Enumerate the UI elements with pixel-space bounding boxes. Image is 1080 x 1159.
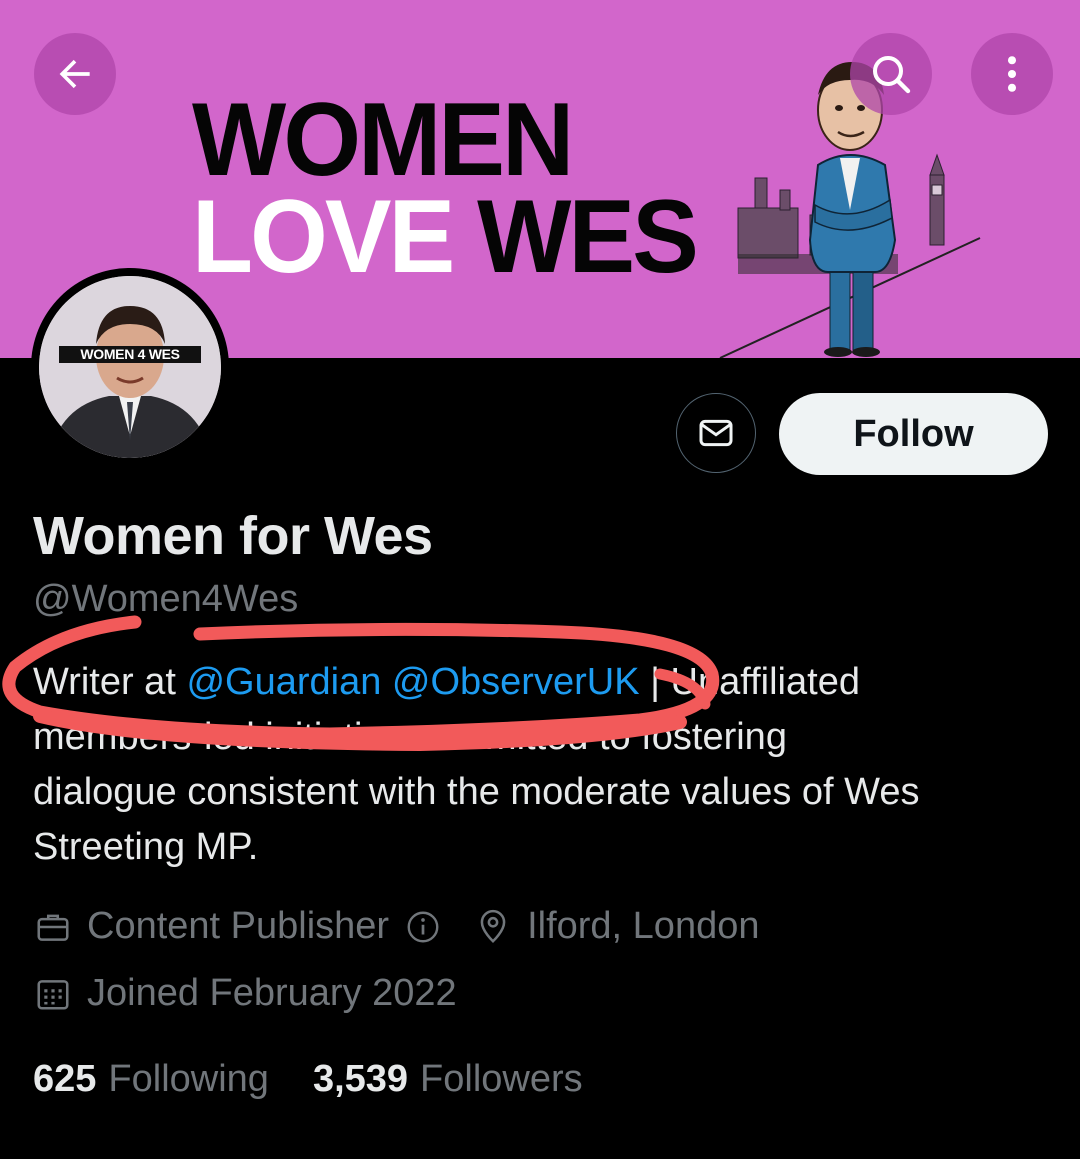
display-name: Women for Wes (33, 506, 433, 566)
profile-meta-row-1: Content Publisher Ilford, London (33, 905, 759, 948)
bio-rest-line1: | Unaffiliated (639, 661, 860, 703)
location-pin-icon (473, 907, 513, 947)
bio-line2: members-led initiative committed to fost… (33, 716, 787, 758)
back-button[interactable] (34, 33, 116, 115)
mention-guardian[interactable]: @Guardian (186, 661, 381, 703)
following-link[interactable]: 625 Following (33, 1058, 269, 1101)
bio-line3: dialogue consistent with the moderate va… (33, 771, 920, 813)
followers-link[interactable]: 3,539 Followers (313, 1058, 583, 1101)
profile-stats: 625 Following 3,539 Followers (33, 1058, 583, 1101)
message-button[interactable] (676, 393, 756, 473)
more-vertical-icon (1007, 56, 1017, 92)
banner-illustration (719, 62, 981, 358)
arrow-left-icon (59, 59, 90, 89)
search-button[interactable] (850, 33, 932, 115)
profile-bio: Writer at @Guardian @ObserverUK | Unaffi… (33, 655, 1043, 875)
banner-wes: WES (477, 178, 699, 295)
profile-location: Ilford, London (527, 905, 760, 947)
banner-line-1: WOMEN (192, 82, 574, 198)
mention-observeruk[interactable]: @ObserverUK (392, 661, 640, 703)
followers-count: 3,539 (312, 1058, 409, 1100)
briefcase-icon (33, 907, 73, 947)
avatar-portrait (39, 276, 221, 458)
profile-category: Content Publisher (87, 905, 390, 947)
bio-prefix: Writer at (33, 661, 187, 703)
profile-avatar[interactable]: WOMEN 4 WES (31, 268, 229, 466)
bio-line4: Streeting MP. (33, 826, 259, 868)
profile-meta-row-2: Joined February 2022 (33, 972, 457, 1015)
profile-joined-date: Joined February 2022 (87, 972, 457, 1014)
banner-love: LOVE (192, 178, 455, 295)
info-icon[interactable] (403, 907, 443, 947)
avatar-caption: WOMEN 4 WES (59, 346, 201, 363)
follow-button[interactable]: Follow (779, 393, 1048, 475)
followers-label: Followers (420, 1058, 583, 1100)
following-label: Following (108, 1058, 269, 1100)
search-icon (873, 56, 911, 94)
calendar-icon (33, 974, 73, 1014)
banner-headline: WOMEN LOVE WES (192, 82, 699, 289)
more-options-button[interactable] (971, 33, 1053, 115)
avatar-photo: WOMEN 4 WES (39, 276, 221, 458)
user-handle: @Women4Wes (33, 578, 299, 620)
envelope-icon (699, 419, 733, 447)
following-count: 625 (33, 1058, 97, 1100)
banner-line-2: LOVE WES (192, 185, 699, 289)
